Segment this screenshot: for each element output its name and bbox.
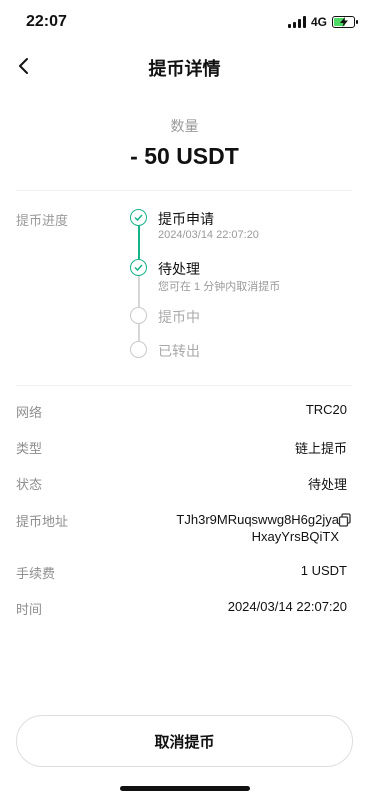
network-label: 网络 [16, 405, 43, 420]
status-bar: 22:07 4G [0, 0, 369, 44]
step-pending-node [130, 341, 147, 358]
cancel-withdrawal-button[interactable]: 取消提币 [16, 715, 353, 767]
progress-title: 提币进度 [16, 213, 69, 228]
step-time: 2024/03/14 22:07:20 [158, 229, 259, 241]
time-value: 2024/03/14 22:07:20 [227, 599, 347, 614]
address-value[interactable]: TJh3r9MRuqswwg8H6g2jya HxayYrsBQiTX [149, 511, 339, 545]
step-label: 待处理 [158, 261, 200, 277]
time-label: 时间 [16, 602, 43, 617]
network-value: TRC20 [305, 402, 347, 417]
amount-value: - 50 USDT [130, 143, 239, 169]
step-note: 您可在 1 分钟内取消提币 [158, 281, 281, 293]
network-type: 4G [310, 15, 327, 29]
divider [16, 190, 352, 191]
page-title: 提币详情 [148, 59, 221, 79]
fee-label: 手续费 [16, 566, 56, 581]
check-icon [134, 264, 143, 272]
step-label: 提币中 [158, 309, 200, 325]
step-label: 已转出 [158, 343, 200, 359]
address-line: HxayYrsBQiTX [251, 529, 339, 544]
copy-icon[interactable] [338, 513, 352, 527]
check-icon [134, 214, 143, 222]
battery-icon [332, 16, 358, 28]
step-done-node [130, 209, 147, 226]
step-pending-node [130, 307, 147, 324]
status-time: 22:07 [26, 13, 67, 30]
nav-bar: 提币详情 [0, 44, 369, 88]
amount-label: 数量 [170, 118, 199, 134]
step-label: 提币申请 [158, 211, 214, 227]
step-done-node [130, 259, 147, 276]
type-label: 类型 [16, 441, 43, 456]
fee-value: 1 USDT [300, 563, 347, 578]
status-value: 待处理 [307, 477, 347, 492]
status-label: 状态 [16, 477, 43, 492]
progress-timeline: 提币申请 2024/03/14 22:07:20 待处理 您可在 1 分钟内取消… [130, 209, 350, 359]
address-line: TJh3r9MRuqswwg8H6g2jya [176, 512, 339, 527]
divider [16, 385, 352, 386]
home-indicator [120, 786, 250, 791]
status-indicators: 4G [287, 14, 358, 30]
signal-icon [287, 16, 306, 28]
address-label: 提币地址 [16, 514, 69, 529]
type-value: 链上提币 [294, 441, 347, 456]
timeline-connector [138, 276, 140, 311]
charging-bolt-icon [340, 17, 348, 27]
